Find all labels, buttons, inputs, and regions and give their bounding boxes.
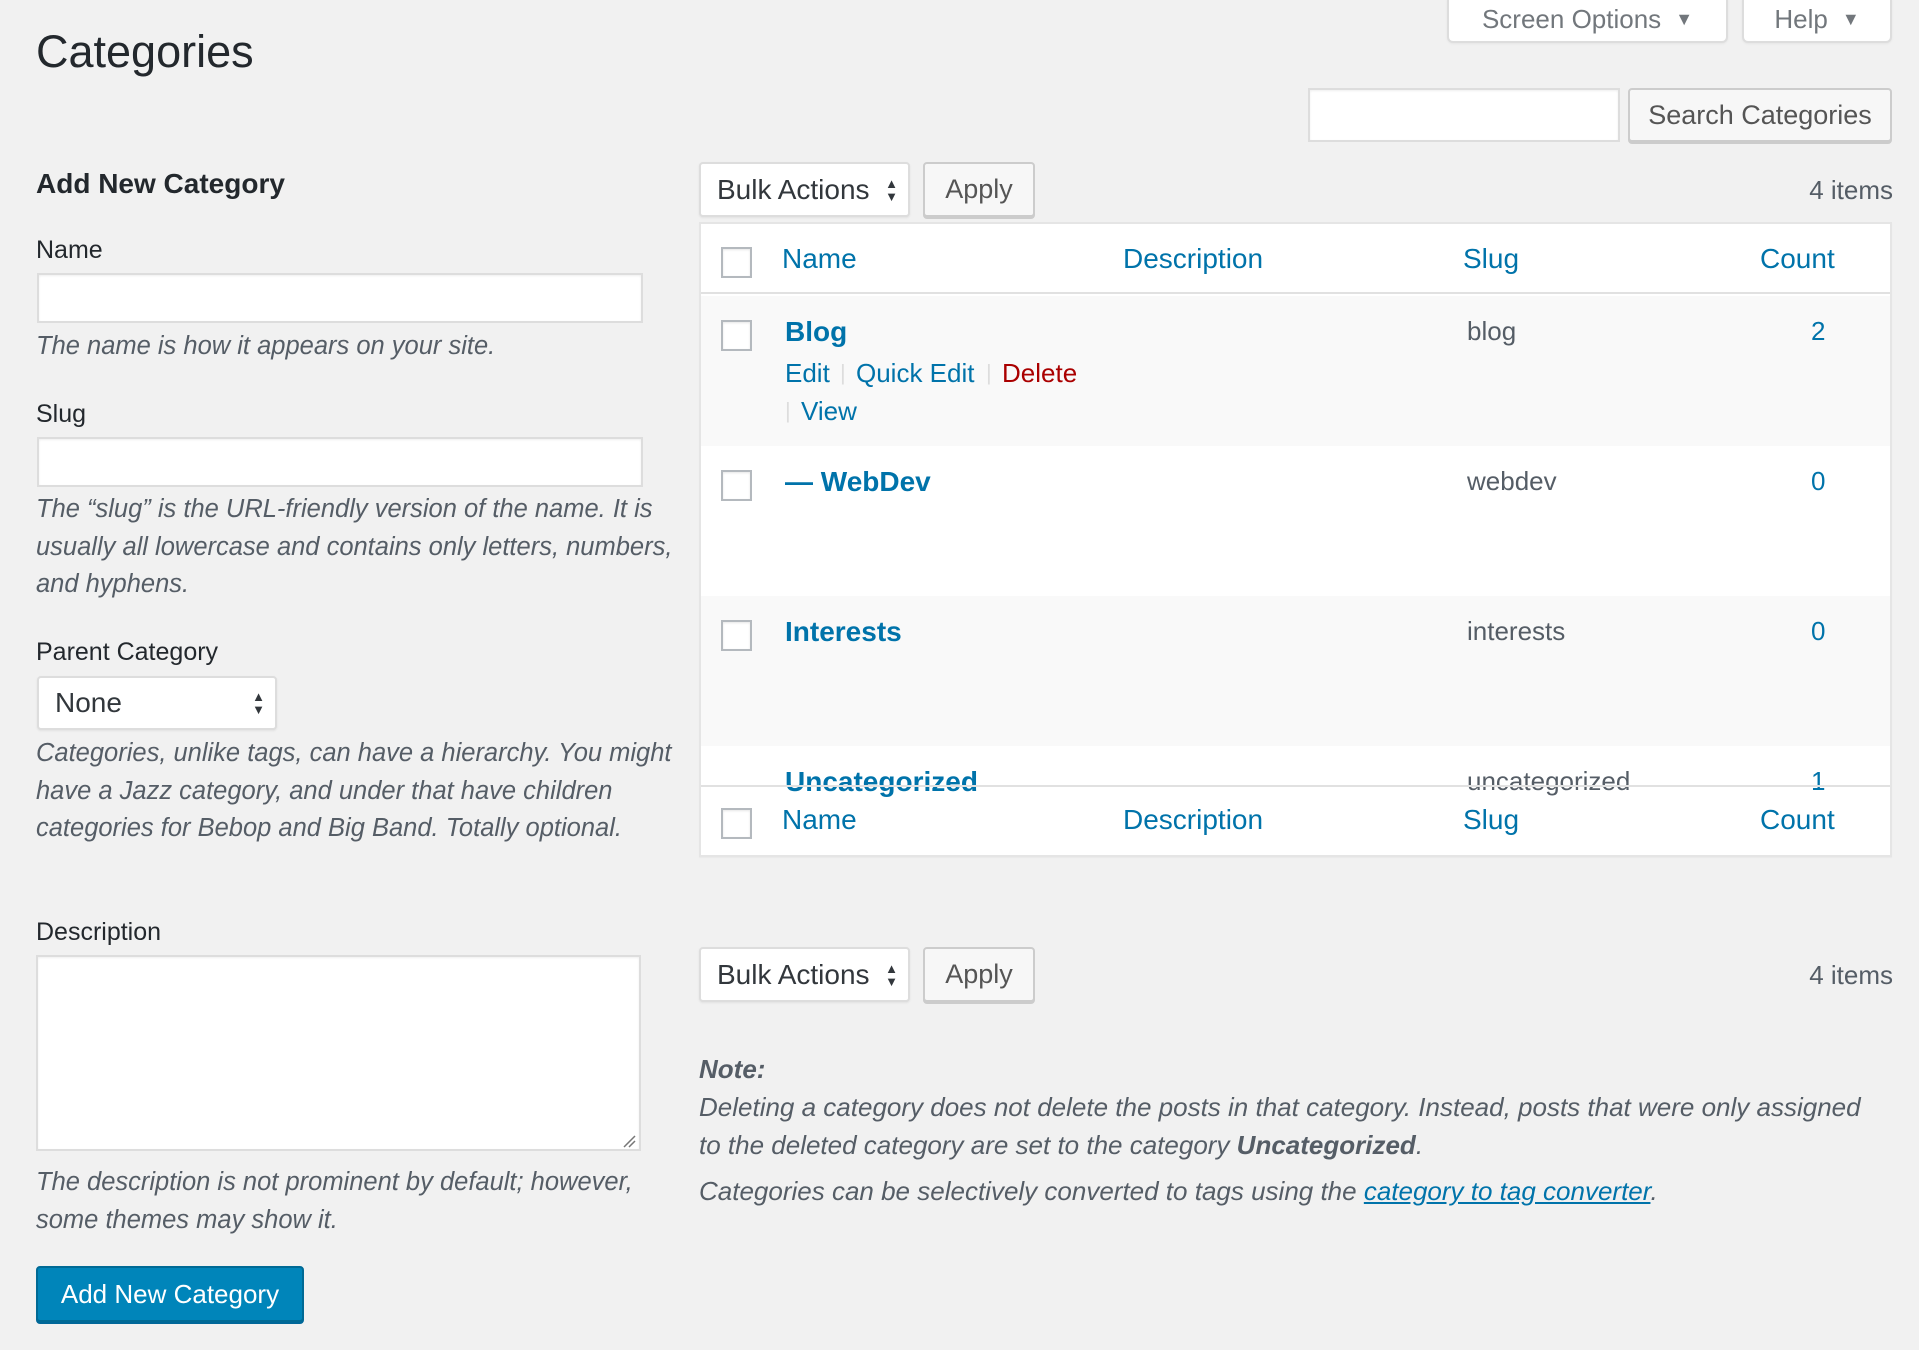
note-title-text: Note: [699, 1054, 766, 1084]
table-row: Uncategorized uncategorized 1 [701, 746, 1890, 797]
select-all-checkbox[interactable] [721, 808, 752, 839]
edit-link[interactable]: Edit [785, 358, 830, 389]
note-bold-uncategorized: Uncategorized [1236, 1130, 1416, 1160]
search-input[interactable] [1308, 88, 1620, 142]
help-label: Help [1774, 4, 1828, 34]
separator: | [840, 360, 846, 385]
column-description[interactable]: Description [1123, 804, 1263, 836]
bulk-actions-select-top[interactable]: Bulk Actions ▲ ▼ [699, 162, 910, 217]
category-count-link[interactable]: 2 [1811, 316, 1825, 347]
column-slug[interactable]: Slug [1463, 243, 1519, 275]
parent-category-help: Categories, unlike tags, can have a hier… [36, 739, 672, 842]
category-count-link[interactable]: 0 [1811, 616, 1825, 647]
category-name-link[interactable]: Interests [785, 616, 902, 648]
slug-input[interactable] [37, 437, 643, 487]
column-name[interactable]: Name [782, 804, 857, 836]
caret-down-icon: ▼ [1841, 9, 1860, 29]
note-title: Note: [699, 1050, 1889, 1088]
table-row: Interests interests 0 [701, 596, 1890, 746]
search-categories-button[interactable]: Search Categories [1628, 88, 1892, 142]
bulk-actions-value: Bulk Actions [717, 173, 870, 205]
row-checkbox[interactable] [721, 620, 752, 651]
delete-link[interactable]: Delete [1002, 358, 1077, 389]
bulk-actions-value: Bulk Actions [717, 958, 870, 990]
caret-down-icon: ▼ [1675, 9, 1694, 29]
separator: | [785, 398, 791, 423]
note-paragraph-2: Categories can be selectively converted … [699, 1172, 1889, 1210]
add-new-category-heading: Add New Category [36, 168, 285, 199]
category-slug: interests [1467, 616, 1566, 646]
parent-category-select[interactable]: None ▲ ▼ [37, 676, 277, 730]
parent-category-label: Parent Category [36, 638, 219, 666]
apply-button-bottom[interactable]: Apply [923, 947, 1035, 1002]
note-text: Categories can be selectively converted … [699, 1176, 1364, 1206]
items-count-bottom: 4 items [1809, 960, 1893, 990]
apply-label: Apply [945, 959, 1013, 989]
slug-label: Slug [36, 400, 87, 428]
categories-table: Name Description Slug Count Blog Edit | … [699, 222, 1892, 857]
separator: | [986, 360, 992, 385]
note-text: . [1415, 1130, 1424, 1160]
quick-edit-link[interactable]: Quick Edit [856, 358, 975, 389]
row-checkbox[interactable] [721, 470, 752, 501]
bulk-actions-select-bottom[interactable]: Bulk Actions ▲ ▼ [699, 947, 910, 1002]
column-count[interactable]: Count [1760, 243, 1835, 275]
select-arrows-icon: ▲ ▼ [885, 175, 898, 204]
resize-grip-icon[interactable] [622, 1134, 636, 1148]
select-all-checkbox[interactable] [721, 247, 752, 278]
screen-options-tab[interactable]: Screen Options ▼ [1447, 0, 1728, 43]
category-name-link[interactable]: Blog [785, 316, 847, 348]
table-row: — WebDev webdev 0 [701, 446, 1890, 596]
apply-button-top[interactable]: Apply [923, 162, 1035, 217]
page-title: Categories [36, 26, 254, 77]
note-text: . [1650, 1176, 1658, 1206]
search-categories-label: Search Categories [1648, 99, 1872, 130]
name-help: The name is how it appears on your site. [36, 332, 496, 360]
screen-options-label: Screen Options [1481, 4, 1662, 34]
row-checkbox[interactable] [721, 320, 752, 351]
column-description[interactable]: Description [1123, 243, 1263, 275]
apply-label: Apply [945, 174, 1013, 204]
items-count-top: 4 items [1809, 175, 1893, 205]
column-count[interactable]: Count [1760, 804, 1835, 836]
category-slug: webdev [1467, 466, 1557, 496]
table-row: Blog Edit | Quick Edit | Delete | View b… [701, 296, 1890, 446]
view-link[interactable]: View [801, 396, 857, 427]
name-input[interactable] [37, 273, 643, 323]
slug-help: The “slug” is the URL-friendly version o… [36, 495, 673, 598]
table-header: Name Description Slug Count [701, 224, 1890, 294]
select-arrows-icon: ▲ ▼ [885, 960, 898, 989]
category-slug: blog [1467, 316, 1517, 346]
add-new-category-button[interactable]: Add New Category [36, 1266, 304, 1322]
name-label: Name [36, 236, 103, 264]
note-paragraph-1: Deleting a category does not delete the … [699, 1088, 1889, 1164]
column-slug[interactable]: Slug [1463, 804, 1519, 836]
category-count-link[interactable]: 0 [1811, 466, 1825, 497]
help-tab[interactable]: Help ▼ [1742, 0, 1892, 43]
table-footer: Name Description Slug Count [701, 785, 1890, 855]
description-textarea[interactable] [36, 955, 641, 1151]
description-help: The description is not prominent by defa… [36, 1168, 633, 1234]
column-name[interactable]: Name [782, 243, 857, 275]
description-label: Description [36, 918, 162, 946]
category-name-link[interactable]: — WebDev [785, 466, 931, 498]
add-new-category-label: Add New Category [60, 1278, 280, 1309]
category-to-tag-converter-link[interactable]: category to tag converter [1364, 1176, 1651, 1206]
select-arrows-icon: ▲ ▼ [252, 689, 265, 717]
parent-category-value: None [55, 687, 122, 718]
